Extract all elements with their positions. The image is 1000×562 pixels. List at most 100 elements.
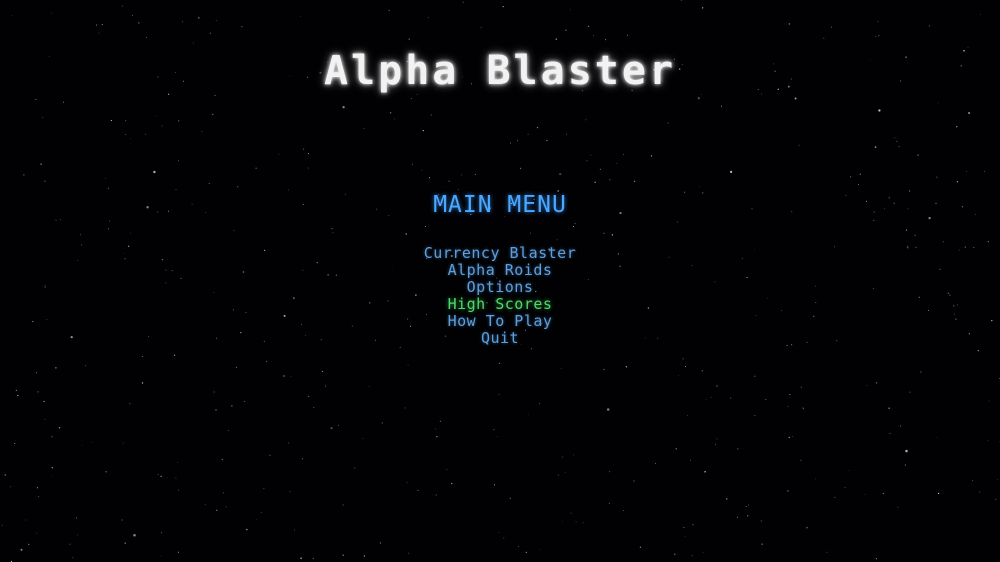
star [325,385,327,387]
star [802,407,804,409]
star [674,553,676,555]
star [701,94,702,95]
star [701,7,704,9]
star [877,20,879,23]
star [878,109,881,112]
star [79,234,82,236]
star [942,241,944,243]
star [791,435,793,437]
star [17,394,19,397]
star [692,524,694,526]
menu-item-quit[interactable]: Quit [0,330,1000,347]
star [529,232,531,234]
star [307,167,309,169]
star [265,360,268,362]
star [562,456,564,458]
star [720,105,722,107]
menu-item-alpha-roids[interactable]: Alpha Roids [0,262,1000,279]
star [815,478,817,480]
star [611,234,614,236]
star [399,346,401,349]
star [680,0,682,1]
star [263,488,265,490]
main-menu-list: Currency Blaster Alpha Roids Options Hig… [0,245,1000,347]
star [996,479,998,480]
star [125,120,127,122]
star [460,174,463,176]
star [278,153,280,155]
star [35,98,37,101]
star [155,115,157,117]
star [977,350,979,352]
star [69,543,71,545]
star [308,396,310,397]
star [282,374,286,378]
star [667,122,669,124]
star [714,444,716,446]
star [76,534,78,536]
star [110,119,112,122]
star [233,230,235,232]
star [215,409,217,411]
star [788,23,790,25]
star [520,167,522,169]
star [141,382,144,384]
star [599,168,602,170]
star [130,232,132,234]
star [457,189,459,191]
star [72,557,74,559]
star [255,167,257,169]
star [260,512,262,514]
star [404,407,406,409]
star [201,131,203,132]
star [153,170,156,174]
star [565,29,567,31]
star [133,533,136,537]
star [338,424,339,426]
star [289,491,291,493]
menu-item-how-to-play[interactable]: How To Play [0,313,1000,330]
star [972,480,974,482]
star [288,442,290,444]
star [55,367,57,369]
star [859,173,861,175]
star [573,454,575,456]
star [920,371,922,373]
star [161,532,163,534]
star [655,462,657,464]
star [331,228,333,230]
star [430,114,432,116]
star [760,520,762,522]
star [214,94,216,96]
star [586,160,588,162]
star [177,461,179,463]
star [864,494,866,496]
star [157,474,159,475]
star [216,509,218,511]
star [393,118,396,120]
star [182,21,183,23]
star [559,172,562,176]
star [517,545,519,547]
star [874,146,877,148]
star [897,506,899,508]
star [588,25,590,27]
star [160,475,162,478]
star [605,39,607,41]
star [539,548,540,550]
star [312,557,314,560]
star [710,397,712,399]
star [223,492,225,494]
star [675,448,677,450]
menu-item-high-scores[interactable]: High Scores [0,296,1000,313]
star [50,12,52,14]
star [256,519,258,521]
menu-item-currency-blaster[interactable]: Currency Blaster [0,245,1000,262]
star [228,430,230,431]
star [161,125,163,127]
star [121,5,124,7]
star [131,15,133,17]
star [754,375,756,377]
menu-item-options[interactable]: Options [0,279,1000,296]
star [603,232,605,234]
